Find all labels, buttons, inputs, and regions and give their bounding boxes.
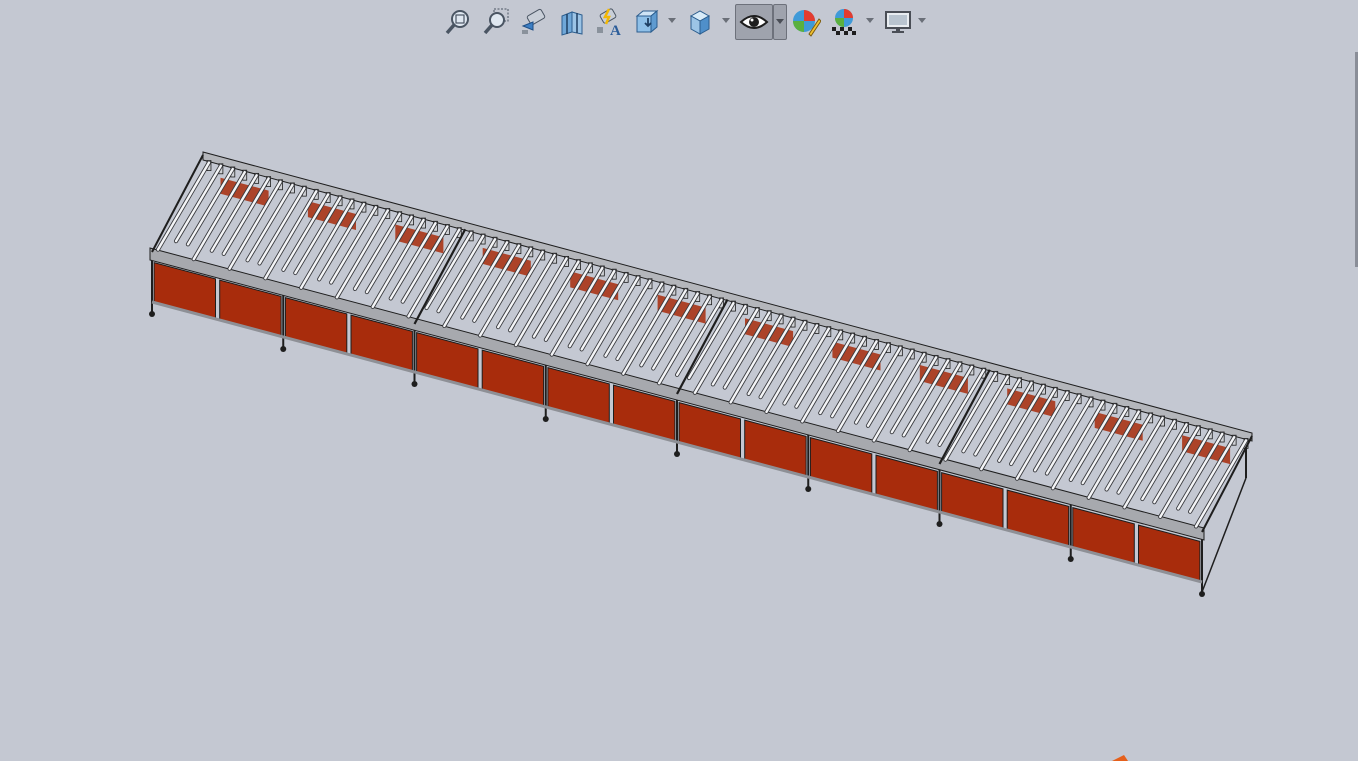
display-style-button[interactable] <box>684 6 716 38</box>
zoom-to-fit-icon <box>445 10 469 35</box>
roller <box>872 352 926 442</box>
leg-foot <box>805 486 812 492</box>
eye-icon <box>739 15 769 29</box>
edit-appearance-button[interactable] <box>790 6 822 38</box>
conveyor-assembly-model[interactable] <box>0 0 1358 761</box>
hide-show-dropdown-arrow <box>776 19 784 24</box>
leg-foot <box>149 311 155 317</box>
roller <box>980 381 1033 471</box>
dynamic-annotation-icon: A <box>597 8 621 37</box>
view-settings-button[interactable] <box>882 6 914 38</box>
roller <box>622 285 676 375</box>
section-view-icon <box>561 11 583 36</box>
leg-foot <box>280 346 287 352</box>
leg-foot <box>542 416 549 422</box>
display-style-cube-icon <box>689 10 711 35</box>
monitor-icon <box>885 11 911 33</box>
dynamic-annotation-views-button[interactable]: A <box>594 6 626 38</box>
apply-scene-icon <box>832 9 856 35</box>
view-orientation-button[interactable] <box>632 6 664 38</box>
bottom-rail-line <box>151 300 1203 584</box>
section-view-button[interactable] <box>556 6 588 38</box>
roller <box>156 161 211 251</box>
apply-scene-dropdown-arrow[interactable] <box>866 18 874 24</box>
previous-view-icon <box>521 8 546 34</box>
roller <box>1051 400 1105 490</box>
graphics-area[interactable]: A <box>0 0 1358 761</box>
roller <box>192 170 246 261</box>
bottom-rail <box>151 300 1203 584</box>
view-orientation-dropdown-arrow[interactable] <box>668 18 676 24</box>
leg-foot <box>674 451 680 457</box>
back-rail-bar <box>202 151 1253 442</box>
hide-show-items-button[interactable] <box>735 4 773 40</box>
previous-view-button[interactable] <box>518 6 550 38</box>
leg-foot <box>411 381 418 387</box>
view-orientation-icon <box>635 9 659 34</box>
view-settings-dropdown-arrow[interactable] <box>918 18 926 24</box>
zoom-to-area-button[interactable] <box>480 6 512 38</box>
leg-foot <box>936 521 943 527</box>
roller <box>264 190 318 280</box>
svg-text:A: A <box>610 23 621 37</box>
apply-scene-button[interactable] <box>828 6 860 38</box>
leg-foot <box>1067 556 1074 562</box>
display-style-dropdown-arrow[interactable] <box>722 18 730 24</box>
triad-axis-fragment <box>1112 755 1128 761</box>
zoom-to-area-icon <box>483 8 509 35</box>
heads-up-view-toolbar: A <box>440 2 940 42</box>
edit-appearance-icon <box>793 10 821 37</box>
roller <box>801 333 854 423</box>
end-brace <box>1201 477 1247 593</box>
hide-show-items-dropdown[interactable] <box>773 4 787 40</box>
zoom-to-fit-button[interactable] <box>442 6 474 38</box>
